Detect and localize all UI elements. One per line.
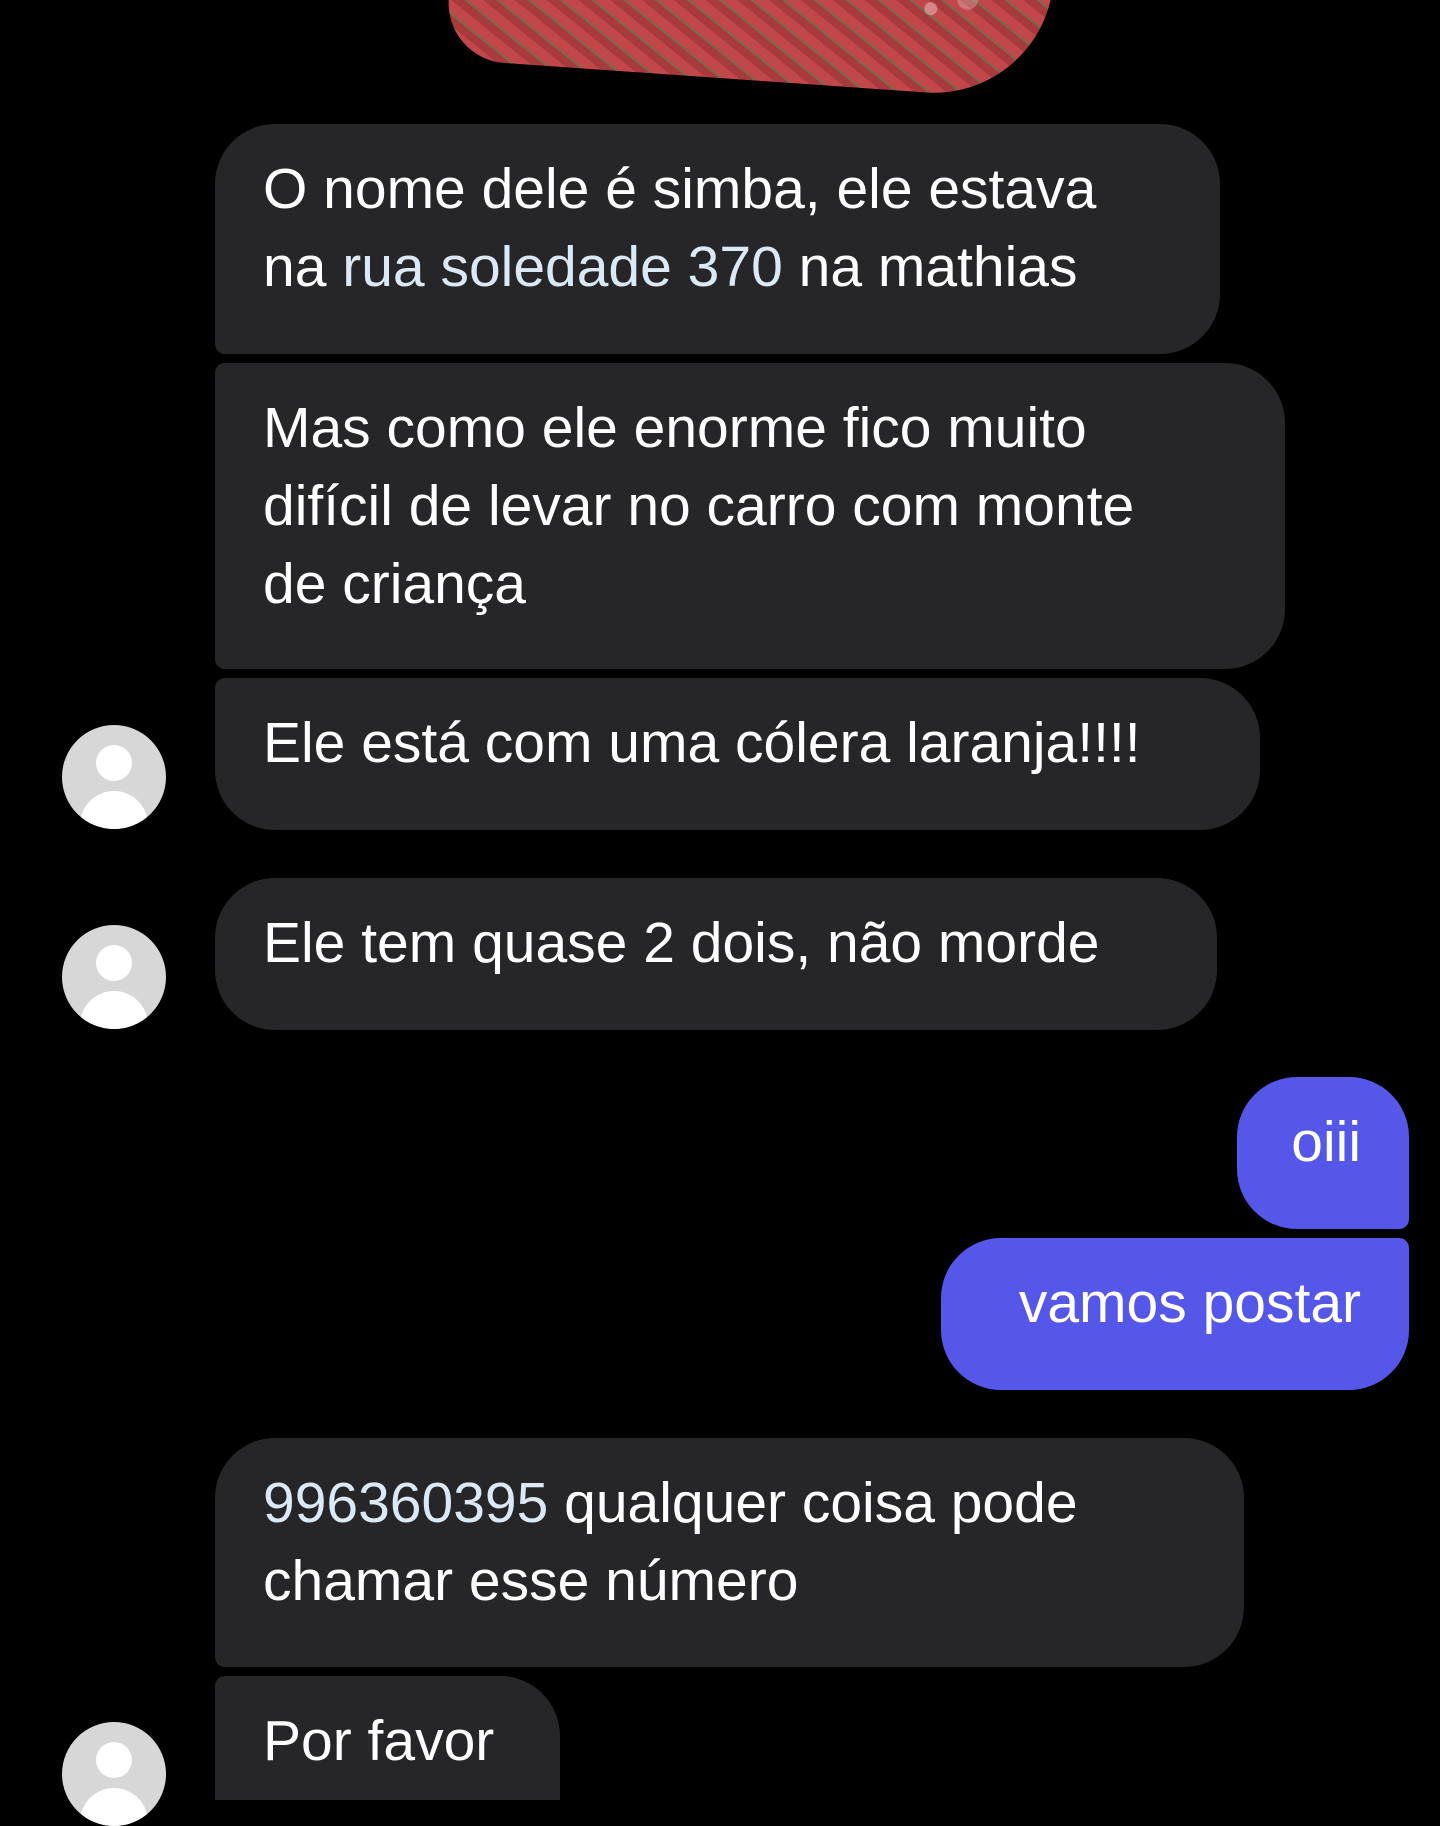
message-bubble-incoming[interactable]: Ele tem quase 2 dois, não morde	[215, 878, 1217, 1030]
avatar-head-shape	[96, 1742, 132, 1778]
sender-avatar-icon[interactable]	[62, 1722, 166, 1826]
avatar-shoulders-shape	[80, 791, 148, 829]
avatar-head-shape	[96, 945, 132, 981]
message-bubble-outgoing[interactable]: vamos postar	[941, 1238, 1409, 1390]
avatar-head-shape	[96, 745, 132, 781]
message-bubble-incoming[interactable]: O nome dele é simba, ele estava na rua s…	[215, 124, 1220, 354]
message-text: vamos postar	[1018, 1271, 1361, 1335]
sender-avatar-icon[interactable]	[62, 725, 166, 829]
message-bubble-incoming[interactable]: Ele está com uma cólera laranja!!!!	[215, 678, 1260, 830]
avatar-shoulders-shape	[80, 1788, 148, 1826]
sender-avatar-icon[interactable]	[62, 925, 166, 1029]
message-text: oiii	[1291, 1110, 1361, 1174]
address-link[interactable]: rua soledade 370	[342, 235, 783, 299]
message-bubble-incoming[interactable]: Por favor	[215, 1676, 560, 1800]
message-bubble-outgoing[interactable]: oiii	[1237, 1077, 1409, 1229]
message-text: Ele está com uma cólera laranja!!!!	[263, 711, 1141, 775]
message-text: na mathias	[782, 235, 1078, 299]
message-bubble-incoming[interactable]: Mas como ele enorme fico muito difícil d…	[215, 363, 1285, 669]
shared-photo-preview[interactable]	[444, 0, 1054, 101]
message-bubble-incoming[interactable]: 996360395 qualquer coisa pode chamar ess…	[215, 1438, 1244, 1667]
message-text: Mas como ele enorme fico muito difícil d…	[263, 396, 1135, 616]
avatar-shoulders-shape	[80, 991, 148, 1029]
phone-number-link[interactable]: 996360395	[263, 1471, 548, 1535]
message-text: Ele tem quase 2 dois, não morde	[263, 911, 1100, 975]
message-text: Por favor	[263, 1709, 495, 1773]
